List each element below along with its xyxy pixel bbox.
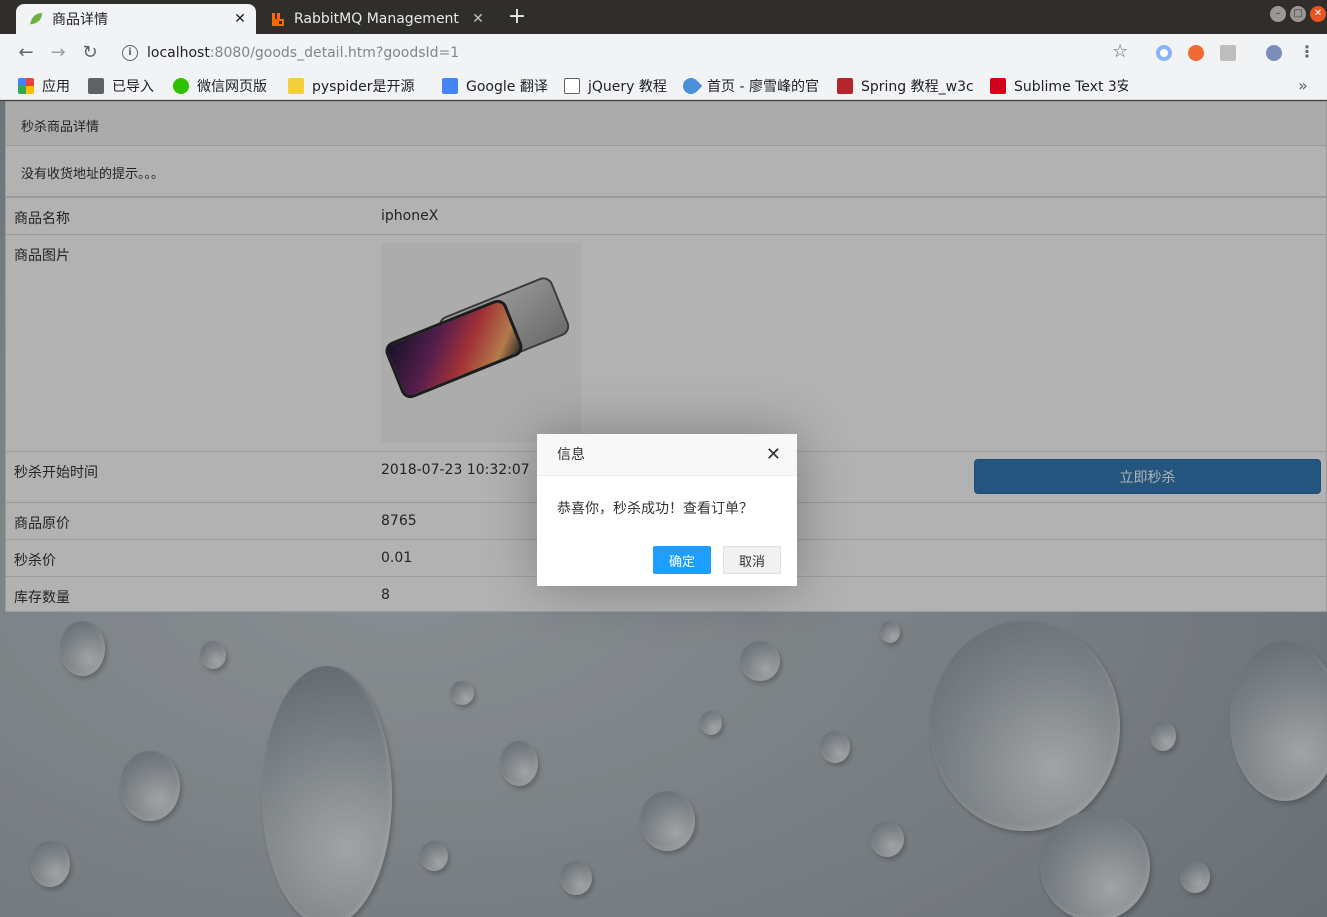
pencil-icon [288,78,304,94]
new-tab-button[interactable]: + [506,6,528,28]
google-translate-icon [442,78,458,94]
dialog-title-text: 信息 [557,447,585,463]
bookmark-imported[interactable]: 已导入 [88,75,154,97]
forward-arrow-icon[interactable]: → [46,41,70,65]
page-icon [564,78,580,94]
tab-strip: 商品详情 ✕ RabbitMQ Management ✕ + – □ ✕ [0,0,1327,34]
close-tab-icon[interactable]: ✕ [468,11,488,27]
tab-rabbitmq[interactable]: RabbitMQ Management ✕ [262,4,494,34]
bookmark-star-icon[interactable]: ☆ [1112,41,1128,62]
dialog-buttons: 确定 取消 [652,546,781,574]
bookmarks-overflow-icon[interactable]: » [1298,76,1308,95]
browser-toolbar: ← → ↻ i localhost:8080/goods_detail.htm?… [0,34,1327,72]
rabbitmq-icon [272,13,284,26]
reload-icon[interactable]: ↻ [78,41,102,65]
leaf-icon [30,13,42,25]
rocket-icon [683,75,703,97]
window-close-icon[interactable]: ✕ [1310,6,1326,22]
close-tab-icon[interactable]: ✕ [230,11,250,27]
bookmark-label: Spring 教程_w3c [861,79,973,95]
bookmark-label: jQuery 教程 [588,79,667,95]
bookmark-label: 已导入 [112,79,154,95]
cancel-button[interactable]: 取消 [722,546,781,574]
bookmark-label: Sublime Text 3安 [1014,79,1128,95]
page-viewport: 秒杀商品详情 没有收货地址的提示。。。 商品名称 iphoneX 商品图片 秒杀… [0,101,1327,917]
bookmark-jquery[interactable]: jQuery 教程 [564,75,667,97]
back-arrow-icon[interactable]: ← [14,41,38,65]
bookmark-google-translate[interactable]: Google 翻译 [442,75,548,97]
sublime-icon [990,78,1006,94]
extension-music-icon[interactable] [1266,45,1282,61]
tab-title: 商品详情 [52,12,108,28]
apps-grid-icon [18,78,34,94]
extension-gray-icon[interactable] [1220,45,1236,61]
bookmark-label: 微信网页版 [197,79,267,95]
bookmark-label: pyspider是开源 [312,79,415,95]
bookmark-liaoxuefeng[interactable]: 首页 - 廖雪峰的官 [683,75,821,97]
address-bar[interactable]: i localhost:8080/goods_detail.htm?goodsI… [114,38,1144,68]
site-info-icon[interactable]: i [122,45,138,61]
wechat-icon [173,78,189,94]
confirm-dialog: 信息 ✕ 恭喜你，秒杀成功！查看订单？ 确定 取消 [537,434,797,586]
extension-circle-icon[interactable] [1156,45,1172,61]
bookmark-wechat[interactable]: 微信网页版 [173,75,267,97]
bookmark-apps[interactable]: 应用 [18,75,70,97]
menu-dots-icon[interactable]: ⋮ [1299,42,1315,62]
bookmarks-bar: 应用 已导入 微信网页版 pyspider是开源 Google 翻译 jQuer… [0,72,1327,100]
bookmark-label: 首页 - 廖雪峰的官 [707,79,819,95]
tab-goods-detail[interactable]: 商品详情 ✕ [16,4,256,34]
url-host: localhost [147,45,210,61]
bookmark-spring[interactable]: Spring 教程_w3c [837,75,973,97]
bookmark-label: 应用 [42,79,70,95]
minimize-icon[interactable]: – [1270,6,1286,22]
url-path: :8080/goods_detail.htm?goodsId=1 [209,45,460,61]
dialog-message: 恭喜你，秒杀成功！查看订单？ [557,501,753,517]
extension-orange-icon[interactable] [1188,45,1204,61]
bookmark-pyspider[interactable]: pyspider是开源 [288,75,426,97]
tab-title: RabbitMQ Management [294,11,459,27]
w3c-icon [837,78,853,94]
folder-icon [88,78,104,94]
bookmark-sublime[interactable]: Sublime Text 3安 [990,75,1128,97]
confirm-button[interactable]: 确定 [652,546,711,574]
close-icon[interactable]: ✕ [766,434,781,476]
dialog-title: 信息 ✕ [537,434,797,476]
bookmark-label: Google 翻译 [466,79,548,95]
maximize-icon[interactable]: □ [1290,6,1306,22]
